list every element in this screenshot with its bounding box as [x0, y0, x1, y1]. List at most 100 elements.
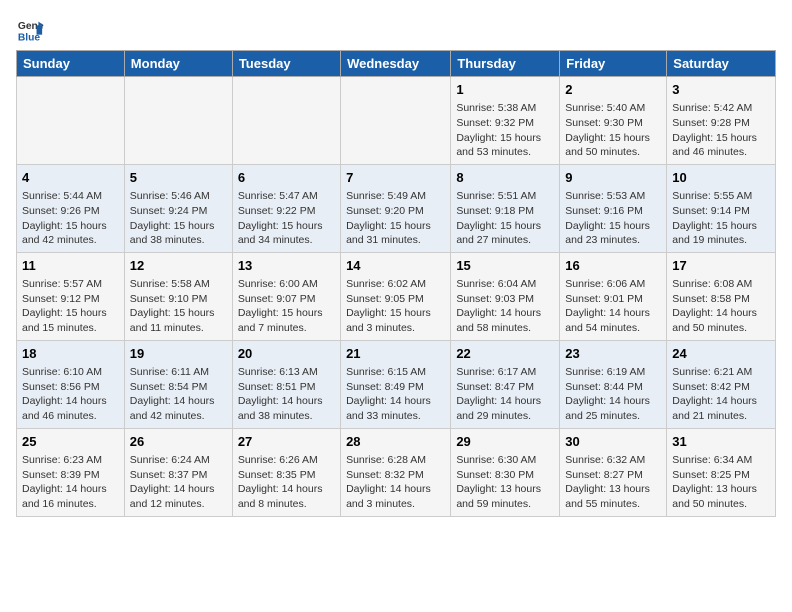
day-number: 23	[565, 345, 661, 363]
calendar-header-row: Sunday Monday Tuesday Wednesday Thursday…	[17, 51, 776, 77]
day-info: Sunrise: 5:55 AM Sunset: 9:14 PM Dayligh…	[672, 189, 770, 248]
day-number: 30	[565, 433, 661, 451]
calendar-cell	[341, 77, 451, 165]
day-number: 31	[672, 433, 770, 451]
calendar-cell: 4 Sunrise: 5:44 AM Sunset: 9:26 PM Daylig…	[17, 164, 125, 252]
day-number: 24	[672, 345, 770, 363]
day-info: Sunrise: 5:46 AM Sunset: 9:24 PM Dayligh…	[130, 189, 227, 248]
calendar-week-row: 18 Sunrise: 6:10 AM Sunset: 8:56 PM Dayli…	[17, 340, 776, 428]
day-info: Sunrise: 6:17 AM Sunset: 8:47 PM Dayligh…	[456, 365, 554, 424]
calendar-cell: 7Sunrise: 5:49 AM Sunset: 9:20 PM Daylig…	[341, 164, 451, 252]
calendar-cell: 30Sunrise: 6:32 AM Sunset: 8:27 PM Dayli…	[560, 428, 667, 516]
calendar-cell: 26Sunrise: 6:24 AM Sunset: 8:37 PM Dayli…	[124, 428, 232, 516]
day-info: Sunrise: 6:10 AM Sunset: 8:56 PM Dayligh…	[22, 365, 119, 424]
day-number: 3	[672, 81, 770, 99]
day-number: 14	[346, 257, 445, 275]
logo: General Blue	[16, 16, 48, 44]
day-info: Sunrise: 6:15 AM Sunset: 8:49 PM Dayligh…	[346, 365, 445, 424]
calendar-cell: 3 Sunrise: 5:42 AM Sunset: 9:28 PM Daylig…	[667, 77, 776, 165]
day-info: Sunrise: 5:44 AM Sunset: 9:26 PM Dayligh…	[22, 189, 119, 248]
day-info: Sunrise: 6:13 AM Sunset: 8:51 PM Dayligh…	[238, 365, 335, 424]
calendar-week-row: 11 Sunrise: 5:57 AM Sunset: 9:12 PM Dayli…	[17, 252, 776, 340]
calendar-cell: 29 Sunrise: 6:30 AM Sunset: 8:30 PM Dayli…	[451, 428, 560, 516]
day-number: 4	[22, 169, 119, 187]
day-number: 10	[672, 169, 770, 187]
day-number: 16	[565, 257, 661, 275]
day-number: 5	[130, 169, 227, 187]
day-number: 27	[238, 433, 335, 451]
calendar-cell	[124, 77, 232, 165]
day-number: 17	[672, 257, 770, 275]
calendar-cell: 15 Sunrise: 6:04 AM Sunset: 9:03 PM Dayli…	[451, 252, 560, 340]
header-wednesday: Wednesday	[341, 51, 451, 77]
day-number: 21	[346, 345, 445, 363]
day-number: 2	[565, 81, 661, 99]
day-info: Sunrise: 6:06 AM Sunset: 9:01 PM Dayligh…	[565, 277, 661, 336]
day-info: Sunrise: 6:04 AM Sunset: 9:03 PM Dayligh…	[456, 277, 554, 336]
calendar-cell: 14Sunrise: 6:02 AM Sunset: 9:05 PM Dayli…	[341, 252, 451, 340]
header-friday: Friday	[560, 51, 667, 77]
calendar-cell: 8Sunrise: 5:51 AM Sunset: 9:18 PM Daylig…	[451, 164, 560, 252]
calendar-cell: 9Sunrise: 5:53 AM Sunset: 9:16 PM Daylig…	[560, 164, 667, 252]
calendar-cell: 21 Sunrise: 6:15 AM Sunset: 8:49 PM Dayli…	[341, 340, 451, 428]
header-monday: Monday	[124, 51, 232, 77]
calendar-cell: 6 Sunrise: 5:47 AM Sunset: 9:22 PM Daylig…	[232, 164, 340, 252]
day-info: Sunrise: 6:34 AM Sunset: 8:25 PM Dayligh…	[672, 453, 770, 512]
day-info: Sunrise: 5:47 AM Sunset: 9:22 PM Dayligh…	[238, 189, 335, 248]
calendar-cell: 2 Sunrise: 5:40 AM Sunset: 9:30 PM Daylig…	[560, 77, 667, 165]
day-info: Sunrise: 6:24 AM Sunset: 8:37 PM Dayligh…	[130, 453, 227, 512]
day-number: 6	[238, 169, 335, 187]
day-info: Sunrise: 6:00 AM Sunset: 9:07 PM Dayligh…	[238, 277, 335, 336]
calendar-cell: 28 Sunrise: 6:28 AM Sunset: 8:32 PM Dayli…	[341, 428, 451, 516]
day-info: Sunrise: 6:21 AM Sunset: 8:42 PM Dayligh…	[672, 365, 770, 424]
day-number: 19	[130, 345, 227, 363]
day-number: 29	[456, 433, 554, 451]
day-number: 11	[22, 257, 119, 275]
calendar-cell: 1 Sunrise: 5:38 AM Sunset: 9:32 PM Daylig…	[451, 77, 560, 165]
calendar-week-row: 25 Sunrise: 6:23 AM Sunset: 8:39 PM Dayli…	[17, 428, 776, 516]
calendar-table: Sunday Monday Tuesday Wednesday Thursday…	[16, 50, 776, 517]
header-thursday: Thursday	[451, 51, 560, 77]
calendar-body: 1 Sunrise: 5:38 AM Sunset: 9:32 PM Daylig…	[17, 77, 776, 517]
calendar-cell: 19 Sunrise: 6:11 AM Sunset: 8:54 PM Dayli…	[124, 340, 232, 428]
day-number: 13	[238, 257, 335, 275]
calendar-cell: 11 Sunrise: 5:57 AM Sunset: 9:12 PM Dayli…	[17, 252, 125, 340]
calendar-cell: 10 Sunrise: 5:55 AM Sunset: 9:14 PM Dayli…	[667, 164, 776, 252]
calendar-cell: 17 Sunrise: 6:08 AM Sunset: 8:58 PM Dayli…	[667, 252, 776, 340]
header-saturday: Saturday	[667, 51, 776, 77]
day-info: Sunrise: 6:11 AM Sunset: 8:54 PM Dayligh…	[130, 365, 227, 424]
calendar-cell	[232, 77, 340, 165]
day-number: 12	[130, 257, 227, 275]
day-number: 28	[346, 433, 445, 451]
day-info: Sunrise: 5:40 AM Sunset: 9:30 PM Dayligh…	[565, 101, 661, 160]
calendar-cell: 13 Sunrise: 6:00 AM Sunset: 9:07 PM Dayli…	[232, 252, 340, 340]
day-number: 25	[22, 433, 119, 451]
calendar-cell: 5 Sunrise: 5:46 AM Sunset: 9:24 PM Daylig…	[124, 164, 232, 252]
calendar-cell: 18 Sunrise: 6:10 AM Sunset: 8:56 PM Dayli…	[17, 340, 125, 428]
header-tuesday: Tuesday	[232, 51, 340, 77]
header: General Blue	[16, 16, 776, 44]
calendar-cell: 24 Sunrise: 6:21 AM Sunset: 8:42 PM Dayli…	[667, 340, 776, 428]
day-info: Sunrise: 6:28 AM Sunset: 8:32 PM Dayligh…	[346, 453, 445, 512]
calendar-cell: 23 Sunrise: 6:19 AM Sunset: 8:44 PM Dayli…	[560, 340, 667, 428]
calendar-cell: 22Sunrise: 6:17 AM Sunset: 8:47 PM Dayli…	[451, 340, 560, 428]
day-number: 18	[22, 345, 119, 363]
day-info: Sunrise: 6:19 AM Sunset: 8:44 PM Dayligh…	[565, 365, 661, 424]
day-info: Sunrise: 5:42 AM Sunset: 9:28 PM Dayligh…	[672, 101, 770, 160]
calendar-cell: 25 Sunrise: 6:23 AM Sunset: 8:39 PM Dayli…	[17, 428, 125, 516]
day-info: Sunrise: 6:23 AM Sunset: 8:39 PM Dayligh…	[22, 453, 119, 512]
day-info: Sunrise: 5:38 AM Sunset: 9:32 PM Dayligh…	[456, 101, 554, 160]
header-sunday: Sunday	[17, 51, 125, 77]
logo-icon: General Blue	[16, 16, 44, 44]
calendar-cell: 12 Sunrise: 5:58 AM Sunset: 9:10 PM Dayli…	[124, 252, 232, 340]
day-number: 15	[456, 257, 554, 275]
day-number: 8	[456, 169, 554, 187]
day-info: Sunrise: 5:49 AM Sunset: 9:20 PM Dayligh…	[346, 189, 445, 248]
calendar-week-row: 4 Sunrise: 5:44 AM Sunset: 9:26 PM Daylig…	[17, 164, 776, 252]
calendar-cell: 31 Sunrise: 6:34 AM Sunset: 8:25 PM Dayli…	[667, 428, 776, 516]
day-info: Sunrise: 6:08 AM Sunset: 8:58 PM Dayligh…	[672, 277, 770, 336]
day-info: Sunrise: 6:30 AM Sunset: 8:30 PM Dayligh…	[456, 453, 554, 512]
day-number: 1	[456, 81, 554, 99]
day-info: Sunrise: 5:58 AM Sunset: 9:10 PM Dayligh…	[130, 277, 227, 336]
day-info: Sunrise: 5:57 AM Sunset: 9:12 PM Dayligh…	[22, 277, 119, 336]
